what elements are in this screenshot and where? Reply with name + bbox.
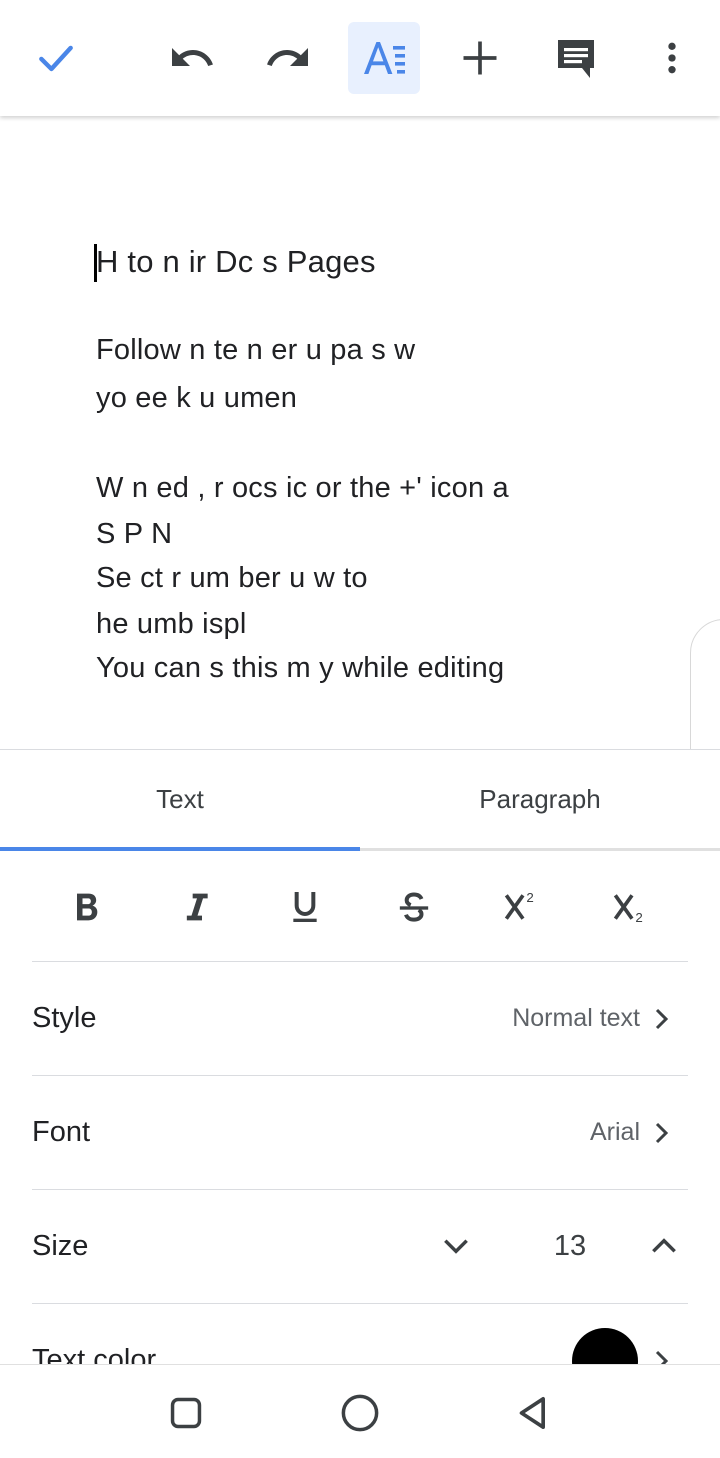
svg-text:2: 2 xyxy=(635,910,642,925)
style-value: Normal text xyxy=(512,1004,640,1032)
format-buttons-row: 2 2 xyxy=(32,851,688,962)
bold-button[interactable] xyxy=(39,851,135,962)
top-toolbar xyxy=(0,0,720,116)
strikethrough-icon xyxy=(399,891,429,922)
undo-icon xyxy=(172,48,213,66)
document-line: yo ee k u umen xyxy=(96,382,298,414)
size-value: 13 xyxy=(553,1230,587,1262)
document-title: H to n ir Dc s Pages xyxy=(96,244,376,279)
text-format-icon xyxy=(364,42,405,74)
text-format-button[interactable] xyxy=(348,22,420,94)
chevron-right-icon xyxy=(655,1122,669,1144)
italic-icon xyxy=(186,893,208,920)
document-line: he umb ispl xyxy=(96,608,247,640)
comment-button[interactable] xyxy=(540,22,612,94)
format-tabs: Text Paragraph xyxy=(0,749,720,851)
tab-paragraph[interactable]: Paragraph xyxy=(360,750,720,849)
document-line: S P N xyxy=(96,518,173,550)
superscript-icon: 2 xyxy=(504,890,534,920)
svg-text:2: 2 xyxy=(526,890,533,905)
check-icon xyxy=(39,45,73,72)
increase-size-button[interactable] xyxy=(644,1226,684,1266)
text-color-swatch xyxy=(572,1328,638,1364)
font-value: Arial xyxy=(589,1118,640,1146)
subscript-button[interactable]: 2 xyxy=(584,851,680,962)
system-nav-bar xyxy=(0,1364,720,1458)
redo-icon xyxy=(267,48,308,66)
redo-button[interactable] xyxy=(252,22,324,94)
text-color-label: Text color xyxy=(32,1344,157,1364)
subscript-icon: 2 xyxy=(613,893,643,925)
font-row[interactable]: Font Arial xyxy=(32,1076,688,1190)
style-label: Style xyxy=(32,1002,97,1034)
superscript-button[interactable]: 2 xyxy=(475,851,571,962)
document-line: You can s this m y while editing xyxy=(96,652,505,684)
scroll-handle[interactable] xyxy=(690,619,720,749)
size-row: Size 13 xyxy=(32,1190,688,1304)
document-line: Follow n te n er u pa s w xyxy=(96,334,416,366)
panel-scroll-clip: Text color xyxy=(0,1304,720,1364)
back-button[interactable] xyxy=(506,1385,562,1441)
underline-icon xyxy=(293,891,317,922)
back-triangle-icon xyxy=(519,1397,545,1429)
bold-icon xyxy=(77,893,98,920)
chevron-right-icon xyxy=(655,1350,669,1364)
size-label: Size xyxy=(32,1230,89,1262)
document-line: Se ct r um ber u w to xyxy=(96,562,368,594)
decrease-size-button[interactable] xyxy=(436,1226,476,1266)
more-vert-icon xyxy=(668,42,676,74)
chevron-up-icon xyxy=(652,1238,676,1253)
style-row[interactable]: Style Normal text xyxy=(32,962,688,1076)
chevron-right-icon xyxy=(655,1008,669,1030)
home-button[interactable] xyxy=(332,1385,388,1441)
more-options-button[interactable] xyxy=(636,22,708,94)
home-circle-icon xyxy=(341,1394,379,1432)
strikethrough-button[interactable] xyxy=(366,851,462,962)
italic-button[interactable] xyxy=(148,851,244,962)
document-line: W n ed , r ocs ic or the +' icon a xyxy=(96,472,509,504)
recents-square-icon xyxy=(170,1397,202,1429)
text-color-row[interactable]: Text color xyxy=(32,1304,688,1364)
undo-button[interactable] xyxy=(156,22,228,94)
underline-button[interactable] xyxy=(257,851,353,962)
font-label: Font xyxy=(32,1116,91,1148)
add-icon xyxy=(463,41,497,75)
recents-button[interactable] xyxy=(158,1385,214,1441)
chevron-down-icon xyxy=(444,1239,468,1254)
done-button[interactable] xyxy=(20,22,92,94)
comment-icon xyxy=(558,40,594,78)
insert-button[interactable] xyxy=(444,22,516,94)
document-canvas[interactable]: H to n ir Dc s Pages Follow n te n er u … xyxy=(0,116,720,749)
tab-text[interactable]: Text xyxy=(0,750,360,849)
